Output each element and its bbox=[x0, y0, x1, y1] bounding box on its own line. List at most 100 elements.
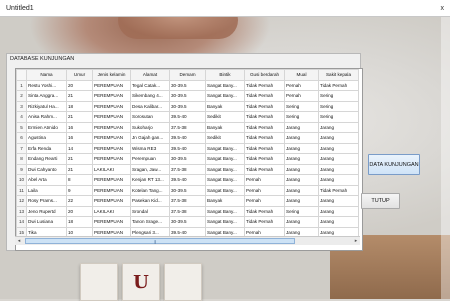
table-cell[interactable]: PEREMPUAN bbox=[92, 111, 131, 123]
table-cell[interactable]: PEREMPUAN bbox=[92, 100, 131, 112]
table-cell[interactable]: Sangat Bany... bbox=[205, 205, 245, 217]
column-header[interactable]: Alamat bbox=[130, 69, 170, 81]
table-cell[interactable]: Pernah bbox=[284, 79, 319, 91]
table-cell[interactable]: 39.5-40 bbox=[169, 174, 206, 186]
table-cell[interactable]: PEREMPUAN bbox=[92, 184, 131, 196]
table-cell[interactable]: Tidak Pernah bbox=[244, 121, 285, 133]
table-row[interactable]: 7 Erfa Renda 14 PEREMPUAN Wisma RE3 39.5-40 Sa… bbox=[16, 142, 359, 154]
data-table-container[interactable]: Nama Umur Jenis kelamin Alamat Demam Bin… bbox=[15, 68, 363, 251]
table-cell[interactable]: Jarang bbox=[284, 132, 319, 144]
table-cell[interactable]: 21 bbox=[66, 90, 93, 102]
table-cell[interactable]: Kenjan RT 13... bbox=[130, 174, 170, 186]
table-cell[interactable]: Jeno Rupertd bbox=[26, 205, 67, 217]
tutup-button[interactable]: TUTUP bbox=[361, 193, 400, 209]
table-cell[interactable]: Sangat Bany... bbox=[205, 174, 245, 186]
table-cell[interactable]: Restu Yoshi... bbox=[26, 79, 67, 91]
table-cell[interactable]: 37.5-38 bbox=[169, 205, 206, 217]
table-cell[interactable]: 37.5-38 bbox=[169, 195, 206, 207]
table-cell[interactable]: 14 bbox=[66, 142, 93, 154]
table-cell[interactable]: Banyak bbox=[205, 121, 245, 133]
column-header[interactable]: Gusi berdarah bbox=[244, 69, 285, 81]
table-cell[interactable]: PEREMPUAN bbox=[92, 216, 131, 228]
table-cell[interactable]: 39.5-40 bbox=[169, 132, 206, 144]
table-cell[interactable]: Sragan, Jaw... bbox=[130, 163, 170, 175]
table-cell[interactable]: PEREMPUAN bbox=[92, 174, 131, 186]
table-row[interactable]: 14 Dwi Lusiana 18 PEREMPUAN Tanon Srage... 30… bbox=[16, 216, 359, 228]
table-cell[interactable]: PEREMPUAN bbox=[92, 195, 131, 207]
table-cell[interactable]: Tidak Pernah bbox=[244, 90, 285, 102]
close-icon[interactable]: x bbox=[441, 0, 445, 17]
table-cell[interactable]: 30-39.5 bbox=[169, 216, 206, 228]
table-cell[interactable]: Jarang bbox=[318, 174, 359, 186]
table-cell[interactable]: Pernah bbox=[244, 195, 285, 207]
table-cell[interactable]: Tidak Pernah bbox=[244, 216, 285, 228]
table-cell[interactable]: Tidak Pernah bbox=[244, 163, 285, 175]
table-cell[interactable]: Jn Gajah gan... bbox=[130, 132, 170, 144]
table-cell[interactable]: Ermien Atmido bbox=[26, 121, 67, 133]
table-row[interactable]: 13 Jeno Rupertd 20 LAKILAKI Srondal 37.5-38 Sa… bbox=[16, 205, 359, 217]
table-cell[interactable]: 30-39.5 bbox=[169, 153, 206, 165]
column-header[interactable]: Bintik bbox=[205, 69, 245, 81]
table-cell[interactable]: Sangat Bany... bbox=[205, 216, 245, 228]
column-header[interactable]: Demam bbox=[169, 69, 206, 81]
table-cell[interactable]: Jarang bbox=[284, 163, 319, 175]
table-cell[interactable]: Abel Arta bbox=[26, 174, 67, 186]
table-cell[interactable]: Tidak Pernah bbox=[244, 79, 285, 91]
table-cell[interactable]: Sedikit bbox=[205, 111, 245, 123]
table-cell[interactable]: Pasekan Kid... bbox=[130, 195, 170, 207]
table-row[interactable]: 1 Restu Yoshi... 20 PEREMPUAN Tegal Catak...… bbox=[16, 79, 359, 91]
table-cell[interactable]: Sering bbox=[318, 90, 359, 102]
table-cell[interactable]: 37.5-38 bbox=[169, 163, 206, 175]
table-cell[interactable]: Jarang bbox=[284, 216, 319, 228]
table-row[interactable]: 11 Laila 9 PEREMPUAN Kotelan Tang... 30-39.5 S… bbox=[16, 184, 359, 196]
table-cell[interactable]: Sangat Bany... bbox=[205, 142, 245, 154]
column-header[interactable]: Umur bbox=[66, 69, 93, 81]
table-cell[interactable]: Jarang bbox=[284, 195, 319, 207]
table-cell[interactable]: Sangat Bany... bbox=[205, 184, 245, 196]
table-cell[interactable]: Anisa Rahm... bbox=[26, 111, 67, 123]
table-cell[interactable]: Perempuan bbox=[130, 153, 170, 165]
table-cell[interactable]: Sukoharjo bbox=[130, 121, 170, 133]
table-cell[interactable]: Dwi Lusiana bbox=[26, 216, 67, 228]
table-cell[interactable]: Pernah bbox=[244, 174, 285, 186]
table-cell[interactable]: Jarang bbox=[284, 184, 319, 196]
table-cell[interactable]: Tidak Pernah bbox=[244, 205, 285, 217]
table-cell[interactable]: PEREMPUAN bbox=[92, 142, 131, 154]
table-cell[interactable]: Sikembang 4... bbox=[130, 90, 170, 102]
table-cell[interactable]: Tidak Pernah bbox=[244, 100, 285, 112]
table-row[interactable]: 9 Dwi Cahyanto 21 LAKILAKI Sragan, Jaw... 37.… bbox=[16, 163, 359, 175]
table-cell[interactable]: Sangat Bany... bbox=[205, 90, 245, 102]
table-row[interactable]: 2 Sinta Anggra... 21 PEREMPUAN Sikembang 4..… bbox=[16, 90, 359, 102]
table-cell[interactable]: Endang Rearti bbox=[26, 153, 67, 165]
table-cell[interactable]: Tanon Srage... bbox=[130, 216, 170, 228]
table-cell[interactable]: Jarang bbox=[284, 174, 319, 186]
table-cell[interactable]: Sangat Bany... bbox=[205, 153, 245, 165]
table-cell[interactable]: Agustina bbox=[26, 132, 67, 144]
column-header[interactable]: Sakit kepala bbox=[318, 69, 359, 81]
table-cell[interactable]: Erfa Renda bbox=[26, 142, 67, 154]
column-header[interactable]: Mual bbox=[284, 69, 319, 81]
table-cell[interactable]: 22 bbox=[66, 195, 93, 207]
table-cell[interactable]: Sering bbox=[318, 100, 359, 112]
table-row[interactable]: 3 Rizkiyatul Ha... 18 PEREMPUAN Desa Kalibar… bbox=[16, 100, 359, 112]
table-cell[interactable]: PEREMPUAN bbox=[92, 132, 131, 144]
table-cell[interactable]: Tidak Pernah bbox=[318, 184, 359, 196]
table-cell[interactable]: 37.5-38 bbox=[169, 121, 206, 133]
table-cell[interactable]: Sinta Anggra... bbox=[26, 90, 67, 102]
table-cell[interactable]: Wisma RE3 bbox=[130, 142, 170, 154]
table-cell[interactable]: PEREMPUAN bbox=[92, 153, 131, 165]
table-row[interactable]: 4 Anisa Rahm... 21 PEREMPUAN Sorosutan 39.5-4… bbox=[16, 111, 359, 123]
table-cell[interactable]: 30-39.5 bbox=[169, 100, 206, 112]
table-cell[interactable]: 18 bbox=[66, 216, 93, 228]
table-cell[interactable]: Rizkiyatul Ha... bbox=[26, 100, 67, 112]
data-kunjungan-button[interactable]: DATA KUNJUNGAN bbox=[368, 154, 420, 175]
table-cell[interactable]: Sedikit bbox=[205, 132, 245, 144]
table-cell[interactable]: 20 bbox=[66, 205, 93, 217]
table-cell[interactable]: Tidak Pernah bbox=[244, 132, 285, 144]
horizontal-scrollbar[interactable]: ◂ ⦀ ▸ bbox=[15, 236, 360, 246]
table-cell[interactable]: Laila bbox=[26, 184, 67, 196]
table-cell[interactable]: Jarang bbox=[318, 153, 359, 165]
table-cell[interactable]: 16 bbox=[66, 132, 93, 144]
table-cell[interactable]: LAKILAKI bbox=[92, 205, 131, 217]
table-cell[interactable]: Kotelan Tang... bbox=[130, 184, 170, 196]
